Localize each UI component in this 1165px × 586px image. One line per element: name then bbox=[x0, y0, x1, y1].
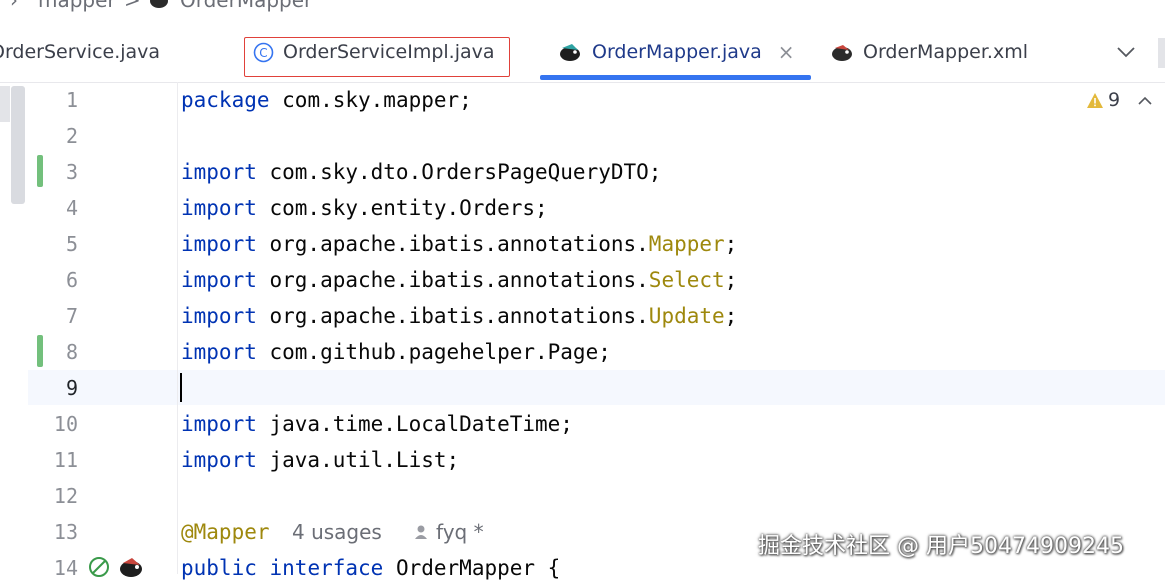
code-rest: com.sky.entity.Orders; bbox=[256, 196, 548, 220]
line-number: 4 bbox=[65, 196, 78, 220]
usages-hint[interactable]: 4 usages bbox=[292, 514, 382, 550]
watermark: 掘金技术社区 @ 用户50474909245 bbox=[758, 534, 1124, 559]
code-text: @Mapper bbox=[181, 514, 270, 550]
user-icon bbox=[415, 525, 427, 539]
no-implementation-icon[interactable] bbox=[88, 556, 110, 583]
keyword: public bbox=[181, 556, 257, 580]
author-name: fyq * bbox=[436, 520, 484, 544]
keyword: import bbox=[181, 304, 257, 328]
highlight-box bbox=[244, 37, 510, 77]
mybatis-icon bbox=[830, 42, 854, 62]
code-line[interactable]: 8 import com.github.pagehelper.Page; bbox=[0, 334, 1165, 370]
line-number: 14 bbox=[53, 556, 78, 580]
code-line[interactable]: 3 import com.sky.dto.OrdersPageQueryDTO; bbox=[0, 154, 1165, 190]
code-text: import org.apache.ibatis.annotations.Map… bbox=[181, 226, 737, 262]
line-number: 12 bbox=[53, 484, 78, 508]
mybatis-icon bbox=[558, 42, 582, 62]
chevron-down-icon[interactable] bbox=[1116, 30, 1136, 74]
code-text: import com.sky.dto.OrdersPageQueryDTO; bbox=[181, 154, 661, 190]
mybatis-icon[interactable] bbox=[118, 556, 144, 583]
text-caret bbox=[180, 373, 182, 402]
code-line-current[interactable]: 9 bbox=[0, 370, 1165, 406]
tab-scroll-edge bbox=[1158, 38, 1165, 68]
keyword: import bbox=[181, 232, 257, 256]
code-end: ; bbox=[724, 268, 738, 292]
tab-label: OrderMapper.xml bbox=[863, 41, 1028, 63]
line-number: 6 bbox=[65, 268, 78, 292]
keyword: import bbox=[181, 340, 257, 364]
code-line[interactable]: 4 import com.sky.entity.Orders; bbox=[0, 190, 1165, 226]
keyword: package bbox=[181, 88, 270, 112]
code-text: import org.apache.ibatis.annotations.Sel… bbox=[181, 262, 737, 298]
keyword: import bbox=[181, 412, 257, 436]
line-number: 9 bbox=[65, 376, 78, 400]
active-tab-indicator bbox=[540, 75, 811, 80]
tab-label: OrderService.java bbox=[0, 41, 161, 63]
annotation: @Mapper bbox=[181, 520, 270, 544]
keyword: import bbox=[181, 448, 257, 472]
tab-order-mapper-xml[interactable]: OrderMapper.xml bbox=[830, 30, 1028, 74]
code-end: ; bbox=[724, 304, 738, 328]
code-line[interactable]: 5 import org.apache.ibatis.annotations.M… bbox=[0, 226, 1165, 262]
code-line[interactable]: 12 bbox=[0, 478, 1165, 514]
tab-label: OrderMapper.java bbox=[592, 41, 762, 63]
keyword: import bbox=[181, 268, 257, 292]
code-text: import org.apache.ibatis.annotations.Upd… bbox=[181, 298, 737, 334]
code-rest: org.apache.ibatis.annotations. bbox=[256, 304, 649, 328]
code-text: import com.github.pagehelper.Page; bbox=[181, 334, 611, 370]
line-number: 7 bbox=[65, 304, 78, 328]
tab-order-mapper-java[interactable]: OrderMapper.java × bbox=[558, 30, 795, 74]
line-number: 8 bbox=[65, 340, 78, 364]
editor-tab-bar: OrderService.java C OrderServiceImpl.jav… bbox=[0, 0, 1165, 83]
code-rest: com.github.pagehelper.Page; bbox=[256, 340, 611, 364]
annotation-class: Update bbox=[648, 304, 725, 328]
code-text: import java.time.LocalDateTime; bbox=[181, 406, 573, 442]
tab-order-service[interactable]: OrderService.java bbox=[0, 30, 160, 74]
code-text: import com.sky.entity.Orders; bbox=[181, 190, 548, 226]
code-line[interactable]: 10 import java.time.LocalDateTime; bbox=[0, 406, 1165, 442]
code-rest: com.sky.mapper; bbox=[269, 88, 472, 112]
keyword: interface bbox=[269, 556, 384, 580]
code-rest: java.time.LocalDateTime; bbox=[256, 412, 573, 436]
code-rest: org.apache.ibatis.annotations. bbox=[256, 268, 649, 292]
code-rest: com.sky.dto.OrdersPageQueryDTO; bbox=[256, 160, 662, 184]
code-text: public interface OrderMapper { bbox=[181, 550, 560, 586]
code-rest: org.apache.ibatis.annotations. bbox=[256, 232, 649, 256]
line-number: 5 bbox=[65, 232, 78, 256]
line-number: 11 bbox=[53, 448, 78, 472]
line-number: 2 bbox=[65, 124, 78, 148]
code-line[interactable]: 7 import org.apache.ibatis.annotations.U… bbox=[0, 298, 1165, 334]
code-line[interactable]: 6 import org.apache.ibatis.annotations.S… bbox=[0, 262, 1165, 298]
code-text: import java.util.List; bbox=[181, 442, 459, 478]
line-number: 13 bbox=[53, 520, 78, 544]
line-number: 3 bbox=[65, 160, 78, 184]
annotation-class: Mapper bbox=[648, 232, 725, 256]
code-rest: java.util.List; bbox=[256, 448, 460, 472]
line-number: 10 bbox=[53, 412, 78, 436]
code-rest: OrderMapper { bbox=[383, 556, 561, 580]
code-text: package com.sky.mapper; bbox=[181, 82, 472, 118]
code-line[interactable]: 2 bbox=[0, 118, 1165, 154]
close-icon[interactable]: × bbox=[778, 40, 795, 64]
author-hint[interactable]: fyq * bbox=[414, 514, 484, 550]
keyword: import bbox=[181, 160, 257, 184]
code-end: ; bbox=[724, 232, 738, 256]
line-number: 1 bbox=[65, 88, 78, 112]
code-line[interactable]: 11 import java.util.List; bbox=[0, 442, 1165, 478]
keyword: import bbox=[181, 196, 257, 220]
code-line[interactable]: 1 package com.sky.mapper; bbox=[0, 82, 1165, 118]
annotation-class: Select bbox=[648, 268, 725, 292]
